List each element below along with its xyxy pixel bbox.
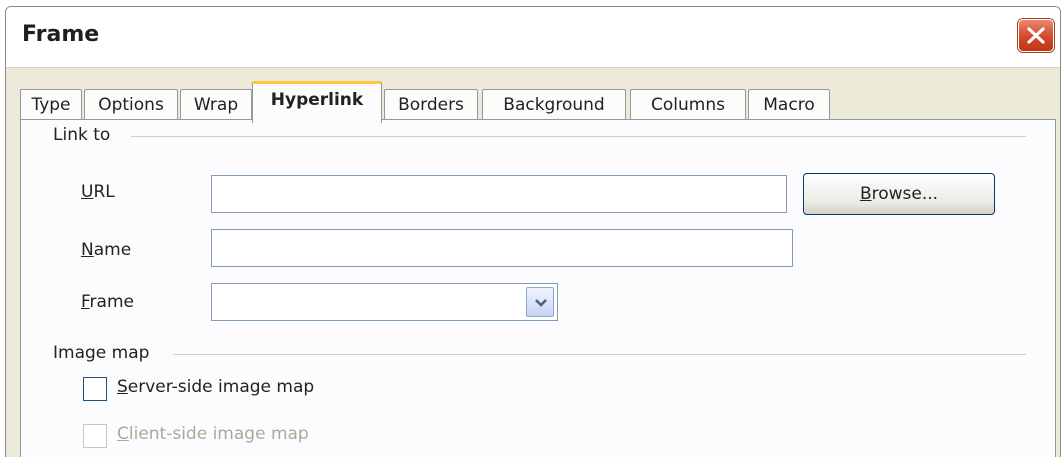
frame-dropdown-button[interactable] [526, 287, 554, 317]
name-label-rest: ame [93, 240, 132, 260]
link-to-group-label: Link to [53, 125, 119, 145]
link-to-separator [131, 136, 1026, 137]
browse-mnemonic: B [859, 184, 872, 204]
server-side-mnemonic: S [117, 377, 128, 397]
close-button[interactable] [1018, 19, 1054, 52]
client-side-image-map-checkbox [83, 424, 107, 448]
tab-macro[interactable]: Macro [748, 89, 830, 120]
frame-select[interactable] [211, 283, 558, 321]
server-side-image-map-checkbox[interactable] [83, 377, 107, 401]
browse-label-rest: rowse... [871, 184, 939, 204]
frame-label-rest: rame [89, 292, 134, 312]
url-label-mnemonic: U [81, 182, 94, 202]
browse-button[interactable]: Browse... [803, 173, 995, 215]
title-bar[interactable]: Frame [6, 7, 1060, 68]
image-map-group-label: Image map [53, 343, 158, 363]
url-input[interactable] [211, 175, 787, 213]
client-side-mnemonic: C [117, 424, 129, 444]
server-side-label-rest: erver-side image map [127, 377, 315, 397]
tab-options[interactable]: Options [84, 89, 178, 120]
frame-dialog: Frame Type Options Wrap Hyperlink Border… [5, 6, 1061, 457]
tab-type[interactable]: Type [20, 89, 82, 120]
tab-hyperlink[interactable]: Hyperlink [252, 81, 382, 123]
name-label-mnemonic: N [81, 240, 94, 260]
frame-label: Frame [81, 292, 134, 312]
client-side-label-rest: lient-side image map [128, 424, 309, 444]
tab-wrap[interactable]: Wrap [180, 89, 252, 120]
tab-borders[interactable]: Borders [384, 89, 478, 120]
image-map-separator [173, 354, 1026, 355]
name-label: Name [81, 240, 131, 260]
tab-columns[interactable]: Columns [630, 89, 746, 120]
hyperlink-panel: Link to URL Browse... Name Frame Image m… [20, 119, 1056, 457]
close-icon [1027, 27, 1045, 44]
frame-label-mnemonic: F [81, 292, 90, 312]
url-label: URL [81, 182, 115, 202]
name-input[interactable] [211, 229, 793, 267]
client-side-image-map-label: Client-side image map [117, 424, 309, 444]
dialog-title: Frame [22, 22, 100, 47]
tab-background[interactable]: Background [482, 89, 626, 120]
chevron-down-icon [535, 299, 547, 307]
url-label-rest: RL [93, 182, 115, 202]
server-side-image-map-label[interactable]: Server-side image map [117, 377, 314, 397]
